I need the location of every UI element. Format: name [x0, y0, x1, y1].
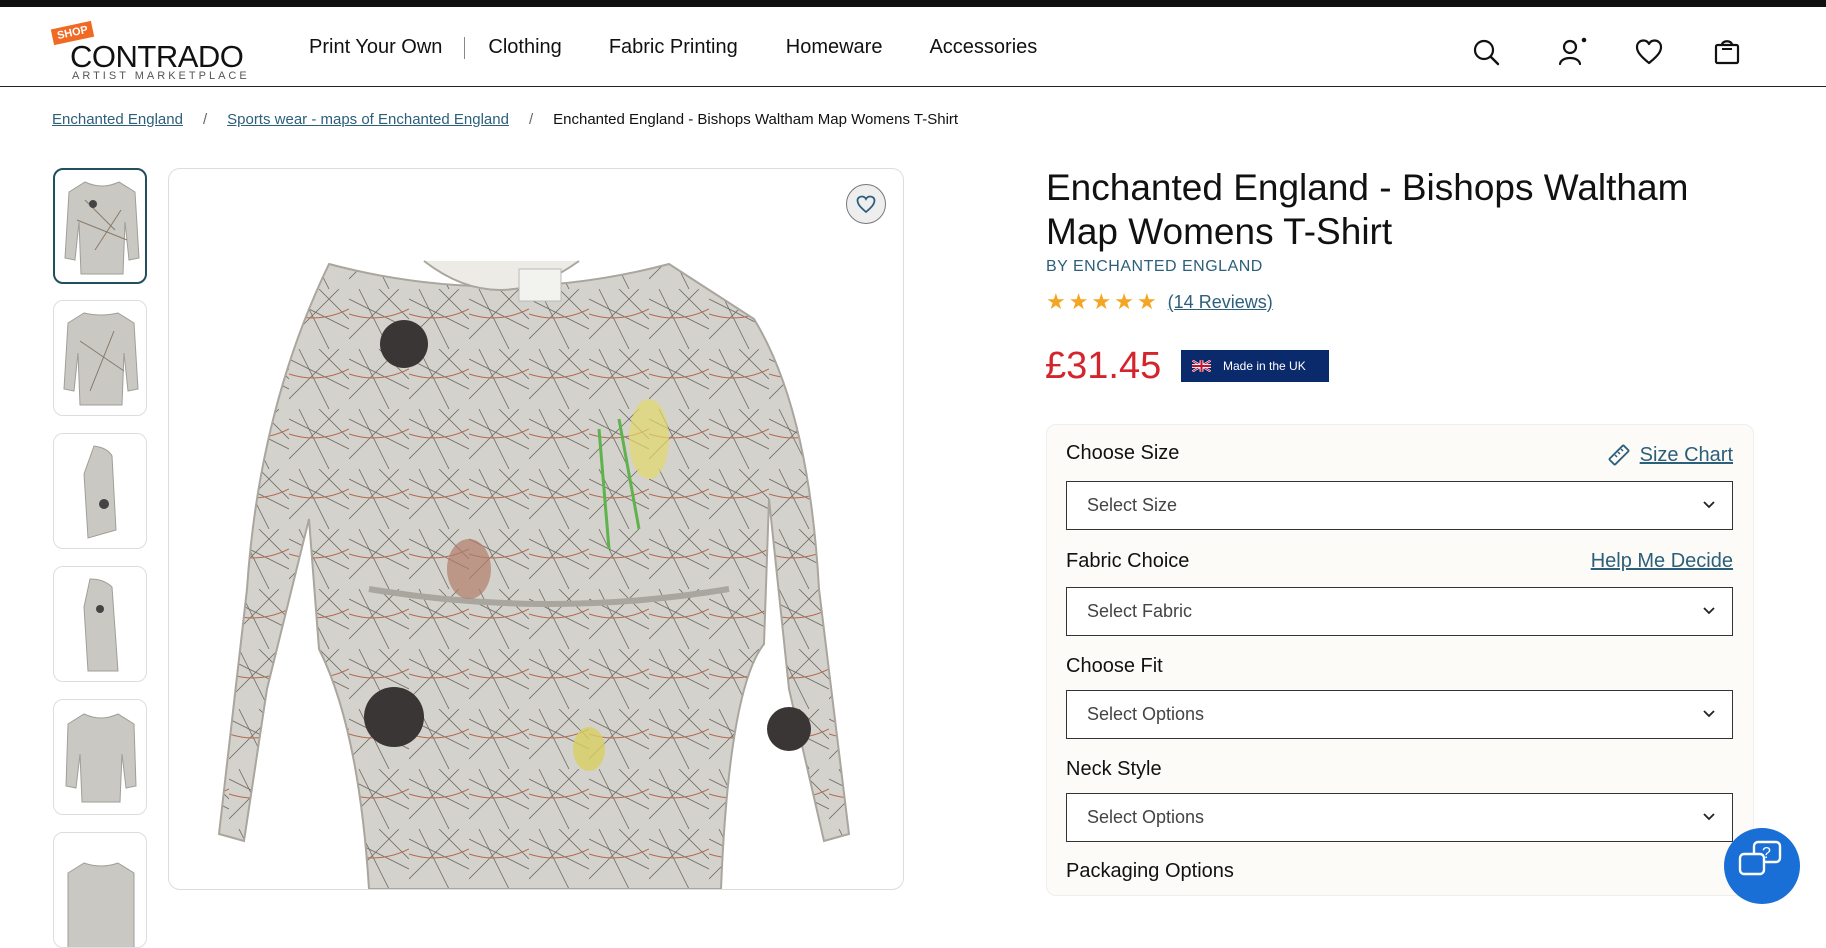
star-icon: ★	[1091, 289, 1112, 314]
chat-button[interactable]: ?	[1724, 828, 1800, 904]
uk-flag-icon	[1192, 360, 1211, 372]
neck-style-label: Neck Style	[1066, 758, 1162, 780]
breadcrumb: Enchanted England / Sports wear - maps o…	[52, 111, 958, 128]
bag-icon[interactable]	[1712, 37, 1742, 67]
nav-print-your-own[interactable]: Print Your Own	[309, 36, 442, 59]
star-icon: ★	[1136, 289, 1157, 314]
thumbnail-front[interactable]	[53, 168, 147, 284]
reviews-link[interactable]: (14 Reviews)	[1168, 292, 1273, 313]
account-icon[interactable]	[1557, 37, 1587, 67]
nav-homeware[interactable]: Homeware	[786, 36, 883, 59]
nav-accessories[interactable]: Accessories	[929, 36, 1037, 59]
size-select-value: Select Size	[1087, 495, 1178, 515]
chevron-down-icon	[1703, 710, 1715, 718]
neck-style-select[interactable]: Select Options	[1066, 793, 1733, 842]
size-select[interactable]: Select Size	[1066, 481, 1733, 530]
site-header: SHOP CONTRADO ARTIST MARKETPLACE Print Y…	[0, 7, 1826, 87]
neck-style-select-value: Select Options	[1087, 807, 1205, 827]
fit-select-value: Select Options	[1087, 704, 1205, 724]
thumbnail-side-left[interactable]	[53, 433, 147, 549]
thumbnail-side-right[interactable]	[53, 566, 147, 682]
breadcrumb-current: Enchanted England - Bishops Waltham Map …	[553, 111, 959, 128]
fit-select[interactable]: Select Options	[1066, 690, 1733, 739]
size-chart-label: Size Chart	[1639, 443, 1733, 466]
made-in-uk-badge: Made in the UK	[1181, 350, 1329, 382]
product-title: Enchanted England - Bishops Waltham Map …	[1046, 167, 1689, 252]
fabric-select-value: Select Fabric	[1087, 601, 1193, 621]
breadcrumb-separator: /	[202, 111, 208, 128]
wishlist-button[interactable]	[846, 184, 886, 224]
logo[interactable]: SHOP CONTRADO ARTIST MARKETPLACE	[50, 20, 252, 83]
fabric-select[interactable]: Select Fabric	[1066, 587, 1733, 636]
product-price: £31.45	[1045, 345, 1162, 387]
nav-divider	[464, 36, 466, 59]
thumbnail-detail[interactable]	[53, 699, 147, 815]
nav-fabric-printing[interactable]: Fabric Printing	[609, 36, 738, 59]
search-icon[interactable]	[1471, 37, 1501, 67]
chat-help-icon: ?	[1738, 840, 1782, 876]
heart-icon	[856, 195, 876, 214]
star-icon: ★	[1046, 289, 1066, 314]
size-chart-link[interactable]: Size Chart	[1606, 442, 1733, 468]
packaging-label: Packaging Options	[1066, 860, 1234, 882]
nav-clothing[interactable]: Clothing	[488, 36, 561, 59]
breadcrumb-separator: /	[528, 111, 534, 128]
top-bar	[0, 0, 1826, 7]
star-icon: ★	[1068, 289, 1089, 314]
star-icon: ★	[1114, 289, 1134, 314]
chevron-down-icon	[1703, 813, 1715, 821]
thumbnail-back[interactable]	[53, 300, 147, 416]
chevron-down-icon	[1703, 501, 1715, 509]
breadcrumb-link-category[interactable]: Sports wear - maps of Enchanted England	[227, 111, 509, 128]
size-label: Choose Size	[1066, 442, 1180, 464]
badge-label: Made in the UK	[1223, 359, 1306, 373]
heart-icon[interactable]	[1634, 37, 1664, 67]
brand-link[interactable]: BY ENCHANTED ENGLAND	[1046, 258, 1263, 276]
fit-label: Choose Fit	[1066, 655, 1163, 677]
ruler-icon	[1608, 444, 1630, 466]
chevron-down-icon	[1703, 607, 1715, 615]
rating: ★ ★ ★ ★ ★ (14 Reviews)	[1046, 289, 1273, 315]
fabric-label: Fabric Choice	[1066, 550, 1190, 572]
breadcrumb-link-shop[interactable]: Enchanted England	[52, 111, 183, 128]
main-product-image[interactable]	[168, 168, 904, 890]
logo-subtitle: ARTIST MARKETPLACE	[72, 70, 250, 82]
thumbnail-extra[interactable]	[53, 832, 147, 948]
main-nav: Print Your Own Clothing Fabric Printing …	[309, 36, 1037, 59]
help-me-decide-link[interactable]: Help Me Decide	[1591, 550, 1733, 573]
